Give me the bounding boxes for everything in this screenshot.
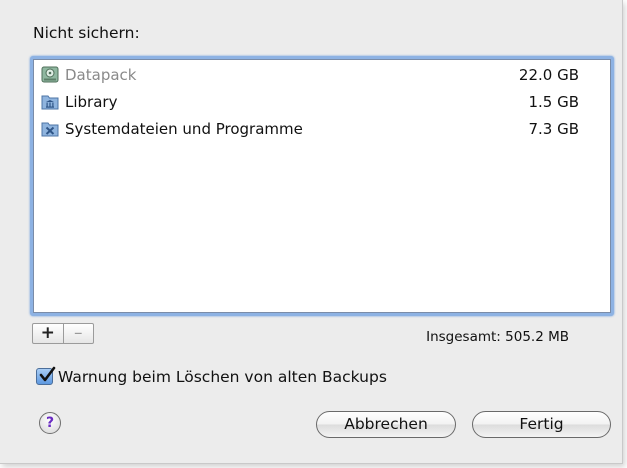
- remove-button[interactable]: –: [62, 324, 94, 343]
- dialog-heading: Nicht sichern:: [33, 24, 140, 42]
- item-size: 1.5 GB: [528, 93, 579, 111]
- list-item[interactable]: Systemdateien und Programme 7.3 GB: [38, 117, 610, 141]
- checkmark-icon: [39, 366, 56, 382]
- help-button[interactable]: ?: [39, 412, 61, 434]
- cancel-button[interactable]: Abbrechen: [316, 411, 456, 438]
- item-name: Library: [65, 93, 118, 111]
- external-drive-icon: [41, 66, 59, 83]
- system-folder-icon: [41, 120, 59, 137]
- total-size: Insgesamt: 505.2 MB: [426, 329, 569, 345]
- list-item[interactable]: Library 1.5 GB: [38, 90, 610, 114]
- exclusion-list-body: Datapack 22.0 GB Library 1.5 GB Systemda…: [33, 59, 611, 313]
- add-remove-control: + –: [32, 323, 94, 344]
- done-button[interactable]: Fertig: [472, 411, 611, 438]
- exclusion-dialog: Nicht sichern: Datapack 22.0 GB Library …: [0, 0, 623, 464]
- item-size: 7.3 GB: [528, 120, 579, 138]
- library-folder-icon: [41, 93, 59, 110]
- list-item[interactable]: Datapack 22.0 GB: [38, 63, 610, 87]
- warning-checkbox-label: Warnung beim Löschen von alten Backups: [58, 368, 387, 386]
- item-size: 22.0 GB: [518, 66, 579, 84]
- add-button[interactable]: +: [33, 324, 63, 343]
- item-name: Datapack: [65, 66, 137, 84]
- warning-checkbox[interactable]: [36, 366, 56, 385]
- exclusion-list[interactable]: Datapack 22.0 GB Library 1.5 GB Systemda…: [30, 56, 614, 316]
- item-name: Systemdateien und Programme: [65, 120, 303, 138]
